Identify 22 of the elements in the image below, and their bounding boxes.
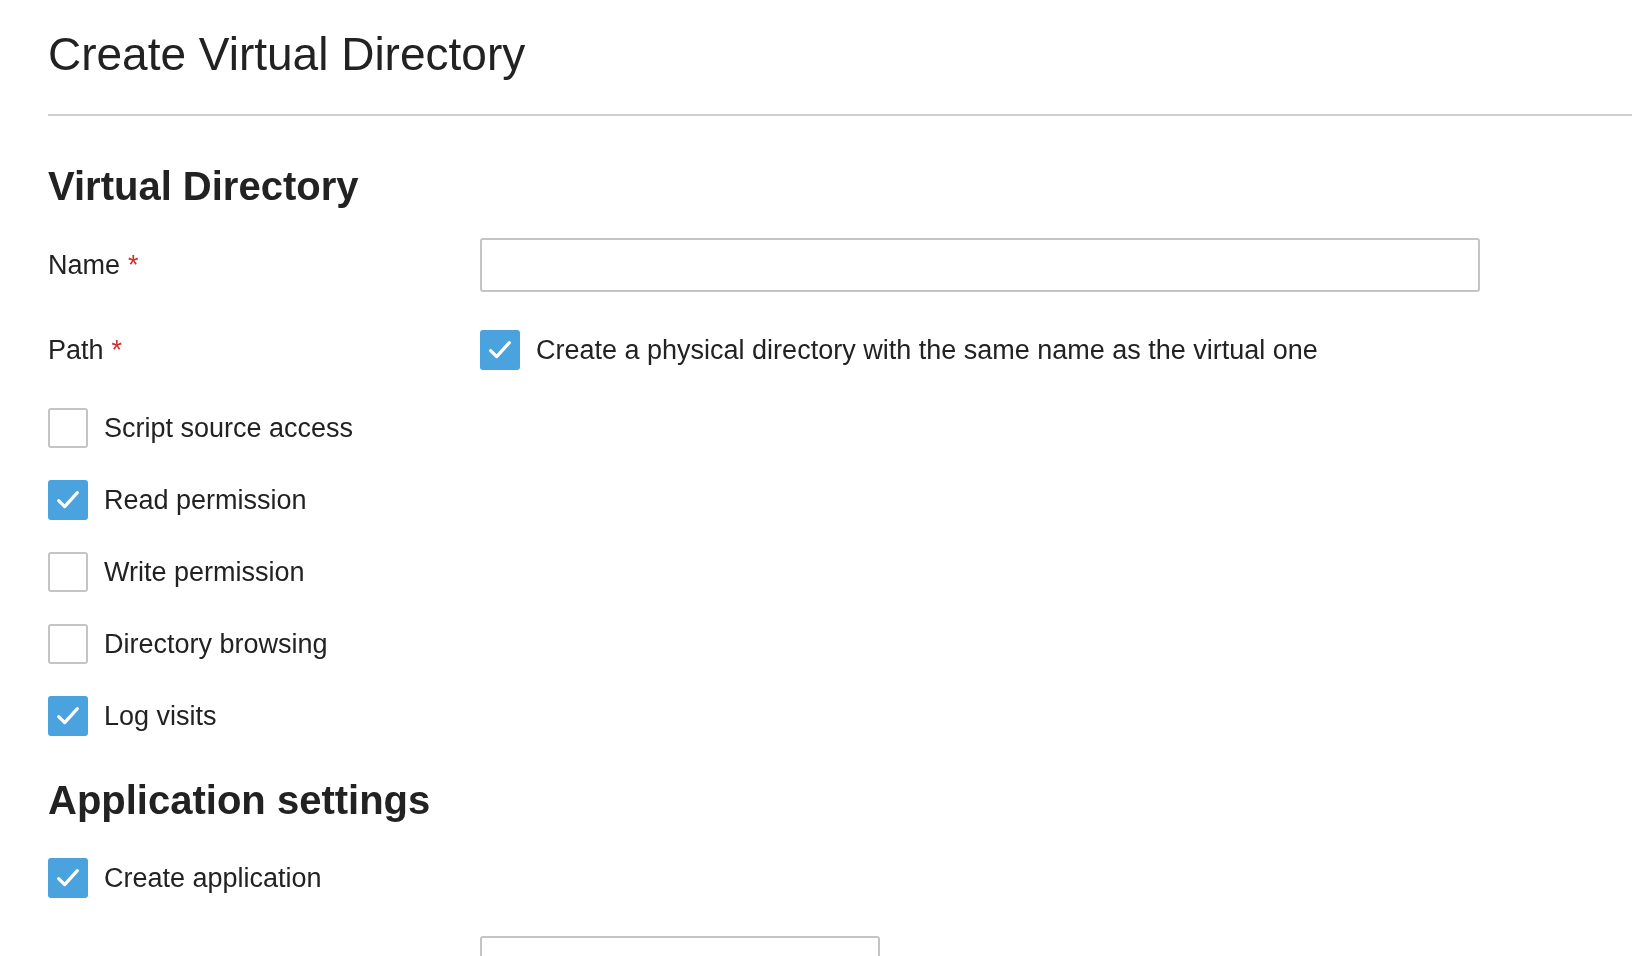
checkbox[interactable] [48, 480, 88, 520]
field-label: Path [48, 334, 104, 367]
page-title: Create Virtual Directory [48, 27, 527, 82]
checkbox-label: Create a physical directory with the same name as the virtual one [536, 334, 1318, 367]
checkbox-label: Create application [104, 862, 322, 895]
checkbox[interactable] [48, 408, 88, 448]
checkbox[interactable] [48, 696, 88, 736]
checkbox-label: Read permission [104, 484, 307, 517]
section-heading: Application settings [48, 777, 432, 824]
name-input-field[interactable] [480, 238, 1480, 292]
field-label: Name [48, 249, 121, 282]
checkbox-label: Directory browsing [104, 628, 328, 661]
required-mark: * [111, 334, 123, 367]
checkbox-label: Log visits [104, 700, 217, 733]
checkbox[interactable] [48, 624, 88, 664]
checkbox[interactable] [48, 858, 88, 898]
checkbox-label: Script source access [104, 412, 354, 445]
checkbox-label: Write permission [104, 556, 305, 589]
checkbox[interactable] [48, 552, 88, 592]
checkbox[interactable] [480, 330, 520, 370]
required-mark: * [128, 249, 139, 282]
section-heading: Virtual Directory [48, 163, 360, 210]
